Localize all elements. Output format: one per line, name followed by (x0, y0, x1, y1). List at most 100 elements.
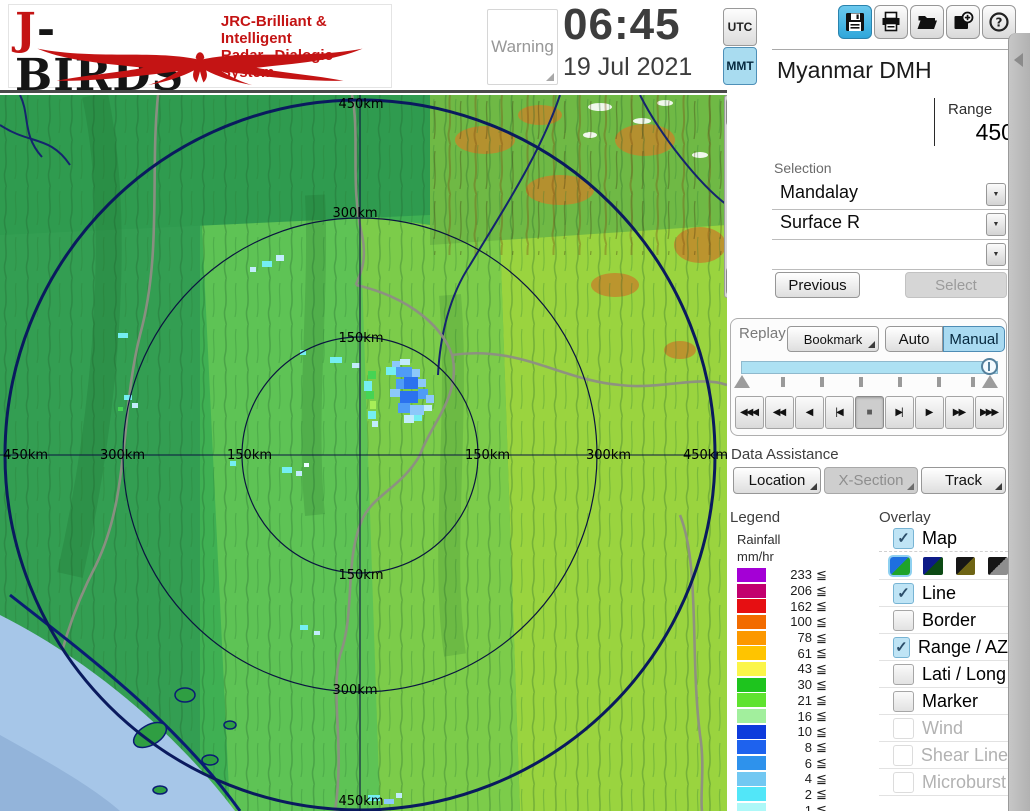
overlay-row-range-az[interactable]: ✓ Range / AZ (879, 634, 1008, 661)
overlay-row-marker[interactable]: ✓ Marker (879, 688, 1008, 715)
radar-map[interactable]: 450km 300km 150km 150km 300km 450km 450k… (0, 95, 727, 811)
ring-label: 300km (332, 683, 377, 698)
legend-operator: ≦ (816, 770, 827, 786)
overlay-item-label: Border (922, 609, 977, 630)
overlay-row-shear-line: ✓ Shear Line (879, 742, 1008, 769)
range-start-marker[interactable] (734, 375, 750, 388)
legend-operator: ≦ (816, 723, 827, 739)
overlay-item-label: Lati / Long (922, 663, 1007, 684)
play-button[interactable]: ▶ (915, 396, 944, 429)
ring-label: 150km (338, 331, 383, 346)
export-image-button[interactable] (946, 5, 980, 39)
legend-value: 2 (804, 786, 812, 802)
legend-operator: ≦ (816, 755, 827, 771)
overlay-item-label: Line (922, 582, 957, 603)
legend-row: 21 ≦ (735, 692, 845, 709)
legend-row: 4 ≦ (735, 771, 845, 787)
chevron-down-icon[interactable]: ▼ (986, 243, 1006, 266)
legend-operator: ≦ (816, 613, 827, 629)
chevron-down-icon[interactable]: ▼ (986, 183, 1006, 206)
panel-collapse-strip[interactable] (1008, 33, 1030, 811)
overlay-row-line[interactable]: ✓ Line (879, 580, 1008, 607)
legend-unit-label: mm/hr (737, 549, 774, 564)
legend-row: 10 ≦ (735, 724, 845, 740)
save-button[interactable] (838, 5, 872, 39)
map-style-option-4[interactable] (988, 556, 1008, 575)
map-style-option-1[interactable] (890, 556, 910, 575)
warning-button[interactable]: Warning (487, 9, 558, 85)
map-checkbox[interactable]: ✓ (893, 528, 914, 549)
utc-button[interactable]: UTC (723, 8, 757, 46)
border-checkbox[interactable]: ✓ (893, 609, 914, 631)
legend-rainfall-label: Rainfall (737, 532, 781, 547)
legend-operator: ≦ (816, 566, 827, 582)
rewind-fastest-button[interactable]: ◀◀◀ (735, 396, 764, 429)
print-button[interactable] (874, 5, 908, 39)
rewind-button[interactable]: ◀◀ (765, 396, 794, 429)
overlay-item-label: Shear Line (920, 744, 1008, 765)
mmt-button[interactable]: MMT (723, 47, 757, 85)
slider-tick (781, 377, 785, 387)
legend-operator: ≦ (816, 598, 827, 614)
range-az-checkbox[interactable]: ✓ (893, 636, 910, 658)
manual-button[interactable]: Manual (943, 326, 1005, 352)
open-file-button[interactable] (910, 5, 944, 39)
stop-button[interactable]: ■ (855, 396, 884, 429)
line-checkbox[interactable]: ✓ (893, 582, 914, 604)
forward-fastest-button[interactable]: ▶▶▶ (975, 396, 1004, 429)
step-backward-button[interactable]: |◀ (825, 396, 854, 429)
legend-value: 233 (790, 567, 812, 583)
ring-label: 450km (683, 448, 727, 463)
auto-button[interactable]: Auto (885, 326, 943, 352)
range-end-marker[interactable] (982, 375, 998, 388)
slider-tick (898, 377, 902, 387)
replay-slider-track[interactable] (741, 361, 998, 374)
overlay-item-label: Map (922, 528, 958, 548)
product-dropdown-value: Surface R (780, 212, 861, 232)
location-button[interactable]: Location (733, 467, 821, 494)
range-divider (934, 98, 935, 146)
map-style-option-2[interactable] (922, 556, 943, 575)
track-button[interactable]: Track (921, 467, 1006, 494)
legend-row: 100 ≦ (735, 614, 845, 630)
eagle-icon (37, 48, 363, 86)
legend-operator: ≦ (816, 582, 827, 598)
legend-swatch (737, 709, 766, 724)
jbirds-logo: J-BIRDS JRC-Brilliant & Intelligent Rada… (8, 4, 392, 99)
replay-label: Replay (739, 325, 786, 342)
product-dropdown[interactable]: Surface R ▼ (772, 210, 1008, 240)
chevron-down-icon[interactable]: ▼ (986, 213, 1006, 236)
option-dropdown[interactable]: ▼ (772, 240, 1008, 270)
marker-checkbox[interactable]: ✓ (893, 690, 914, 712)
header-divider (0, 90, 762, 93)
ring-label: 300km (586, 448, 631, 463)
site-dropdown[interactable]: Mandalay ▼ (772, 180, 1008, 210)
legend-operator: ≦ (816, 676, 827, 692)
step-forward-button[interactable]: ▶| (885, 396, 914, 429)
print-icon (882, 11, 900, 32)
x-section-button[interactable]: X-Section (824, 467, 918, 494)
clock-time: 06:45 (563, 0, 681, 49)
lati-long-checkbox[interactable]: ✓ (893, 663, 914, 685)
overlay-row-map[interactable]: ✓ Map (879, 526, 1008, 552)
legend-swatch (737, 630, 766, 645)
legend-swatch (737, 756, 766, 771)
legend-operator: ≦ (816, 629, 827, 645)
toolbar: ? (838, 5, 1016, 39)
bookmark-button[interactable]: Bookmark (787, 326, 879, 352)
data-assistance-label: Data Assistance (731, 446, 839, 463)
legend-value: 21 (797, 692, 812, 708)
overlay-options: ✓ Map ✓ Line ✓ Border ✓ Range / AZ ✓ Lat… (879, 526, 1008, 796)
overlay-row-border[interactable]: ✓ Border (879, 607, 1008, 634)
ring-label: 450km (3, 448, 48, 463)
legend-swatch (737, 693, 766, 708)
replay-slider-handle[interactable] (981, 358, 998, 375)
previous-button[interactable]: Previous (775, 272, 860, 298)
legend-value: 61 (797, 645, 812, 661)
forward-button[interactable]: ▶▶ (945, 396, 974, 429)
play-backward-button[interactable]: ◀ (795, 396, 824, 429)
overlay-row-lati-long[interactable]: ✓ Lati / Long (879, 661, 1008, 688)
ring-label: 150km (227, 448, 272, 463)
side-panel: Range 450 km Selection Mandalay ▼ Surfac… (727, 90, 1008, 811)
map-style-option-3[interactable] (955, 556, 976, 575)
